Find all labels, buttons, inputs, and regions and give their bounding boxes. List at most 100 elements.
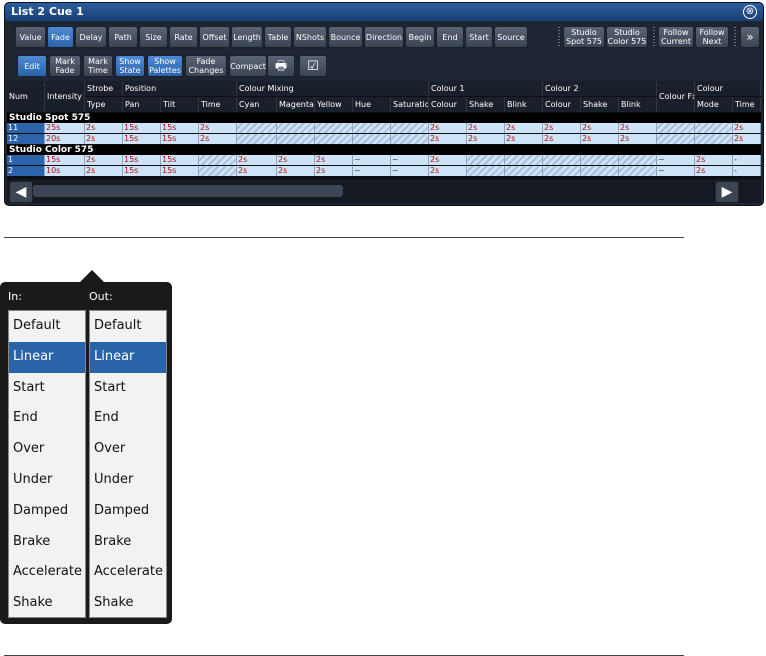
table-cell[interactable]: 2s [85,134,123,144]
table-cell[interactable]: 15s [45,155,85,165]
out-option-accelerate[interactable]: Accelerate [90,557,166,588]
table-cell[interactable] [619,155,657,165]
column-pan[interactable]: Pan [123,97,161,112]
in-option-shake[interactable]: Shake [9,588,85,619]
toolbar-mark-fade-button[interactable]: Mark Fade [49,55,81,77]
toolbar-path-button[interactable]: Path [108,26,138,48]
print-icon[interactable]: 🖶 [267,55,295,77]
table-cell[interactable] [391,123,429,133]
column-saturation[interactable]: Saturation [391,97,429,112]
table-cell[interactable]: - [733,166,761,176]
toolbar-value-button[interactable]: Value [15,26,46,48]
table-cell[interactable]: ~ [657,166,695,176]
scroll-left-icon[interactable]: ◀ [9,181,33,203]
table-row-num[interactable]: 11 [7,123,45,133]
toolbar-rate-button[interactable]: Rate [169,26,198,48]
table-cell[interactable] [277,123,315,133]
table-cell[interactable]: ~ [353,155,391,165]
table-cell[interactable]: 2s [619,123,657,133]
table-cell[interactable]: 2s [315,166,353,176]
table-cell[interactable]: ~ [657,155,695,165]
toolbar-nshots-button[interactable]: NShots [293,26,327,48]
column-magenta[interactable]: Magenta [277,97,315,112]
table-cell[interactable]: 2s [467,134,505,144]
table-cell[interactable]: 15s [161,123,199,133]
out-option-default[interactable]: Default [90,311,166,342]
table-cell[interactable]: 2s [429,134,467,144]
table-cell[interactable]: 2s [505,123,543,133]
table-cell[interactable]: 2s [85,155,123,165]
table-cell[interactable]: 15s [123,166,161,176]
table-cell[interactable]: 2s [315,155,353,165]
table-cell[interactable] [199,166,237,176]
table-row-num[interactable]: 1 [7,155,45,165]
table-cell[interactable] [237,134,277,144]
table-cell[interactable]: 2s [199,134,237,144]
toolbar-mark-time-button[interactable]: Mark Time [83,55,113,77]
checklist-icon[interactable]: ☑ [299,55,327,77]
table-cell[interactable]: 2s [237,166,277,176]
table-cell[interactable]: 15s [123,123,161,133]
table-cell[interactable] [353,134,391,144]
in-option-start[interactable]: Start [9,373,85,404]
toolbar-fade-changes-button[interactable]: Fade Changes [185,55,227,77]
toolbar-offset-button[interactable]: Offset [199,26,230,48]
toolbar-compact-button[interactable]: Compact [229,55,267,77]
table-cell[interactable]: ~ [353,166,391,176]
table-cell[interactable]: 2s [505,134,543,144]
out-option-under[interactable]: Under [90,465,166,496]
column-type[interactable]: Type [85,97,123,112]
scroll-thumb[interactable] [33,185,343,197]
table-cell[interactable]: 20s [45,134,85,144]
toolbar-show-state-button[interactable]: Show State [115,55,145,77]
table-row-num[interactable]: 12 [7,134,45,144]
toolbar-edit-button[interactable]: Edit [17,55,47,77]
column-tilt[interactable]: Tilt [161,97,199,112]
close-icon[interactable]: ⊗ [743,5,757,19]
table-cell[interactable] [581,155,619,165]
table-cell[interactable]: ~ [391,166,429,176]
column-blink[interactable]: Blink [619,97,657,112]
out-option-start[interactable]: Start [90,373,166,404]
toolbar-studio-spot-button[interactable]: Studio Spot 575 [563,26,605,48]
toolbar-follow-current-button[interactable]: Follow Current [658,26,694,48]
table-cell[interactable]: 15s [161,155,199,165]
toolbar-follow-next-button[interactable]: Follow Next [695,26,729,48]
toolbar-begin-button[interactable]: Begin [405,26,435,48]
scroll-right-icon[interactable]: ▶ [715,181,739,203]
toolbar-bounce-button[interactable]: Bounce [328,26,363,48]
out-option-linear[interactable]: Linear [90,341,166,373]
out-option-damped[interactable]: Damped [90,496,166,527]
column-blink[interactable]: Blink [505,97,543,112]
table-cell[interactable]: 2s [581,134,619,144]
toolbar-end-button[interactable]: End [436,26,464,48]
table-cell[interactable]: 2s [429,155,467,165]
column-hue[interactable]: Hue [353,97,391,112]
table-cell[interactable]: 15s [123,155,161,165]
column-cyan[interactable]: Cyan [237,97,277,112]
table-cell[interactable]: 2s [695,155,733,165]
table-cell[interactable]: ~ [391,155,429,165]
column-shake[interactable]: Shake [581,97,619,112]
in-option-brake[interactable]: Brake [9,527,85,558]
toolbar-start-button[interactable]: Start [465,26,493,48]
table-cell[interactable]: 2s [695,166,733,176]
table-cell[interactable] [467,166,505,176]
out-option-over[interactable]: Over [90,434,166,465]
in-option-damped[interactable]: Damped [9,496,85,527]
table-cell[interactable]: 2s [277,155,315,165]
column-shake[interactable]: Shake [467,97,505,112]
table-cell[interactable] [695,123,733,133]
more-icon[interactable]: » [740,26,760,48]
in-option-accelerate[interactable]: Accelerate [9,557,85,588]
table-cell[interactable]: 2s [85,166,123,176]
toolbar-direction-button[interactable]: Direction [364,26,404,48]
table-cell[interactable]: - [733,155,761,165]
table-cell[interactable] [391,134,429,144]
table-cell[interactable] [353,123,391,133]
in-option-under[interactable]: Under [9,465,85,496]
table-cell[interactable] [657,123,695,133]
table-cell[interactable] [695,134,733,144]
table-cell[interactable]: 2s [277,166,315,176]
table-cell[interactable] [543,155,581,165]
